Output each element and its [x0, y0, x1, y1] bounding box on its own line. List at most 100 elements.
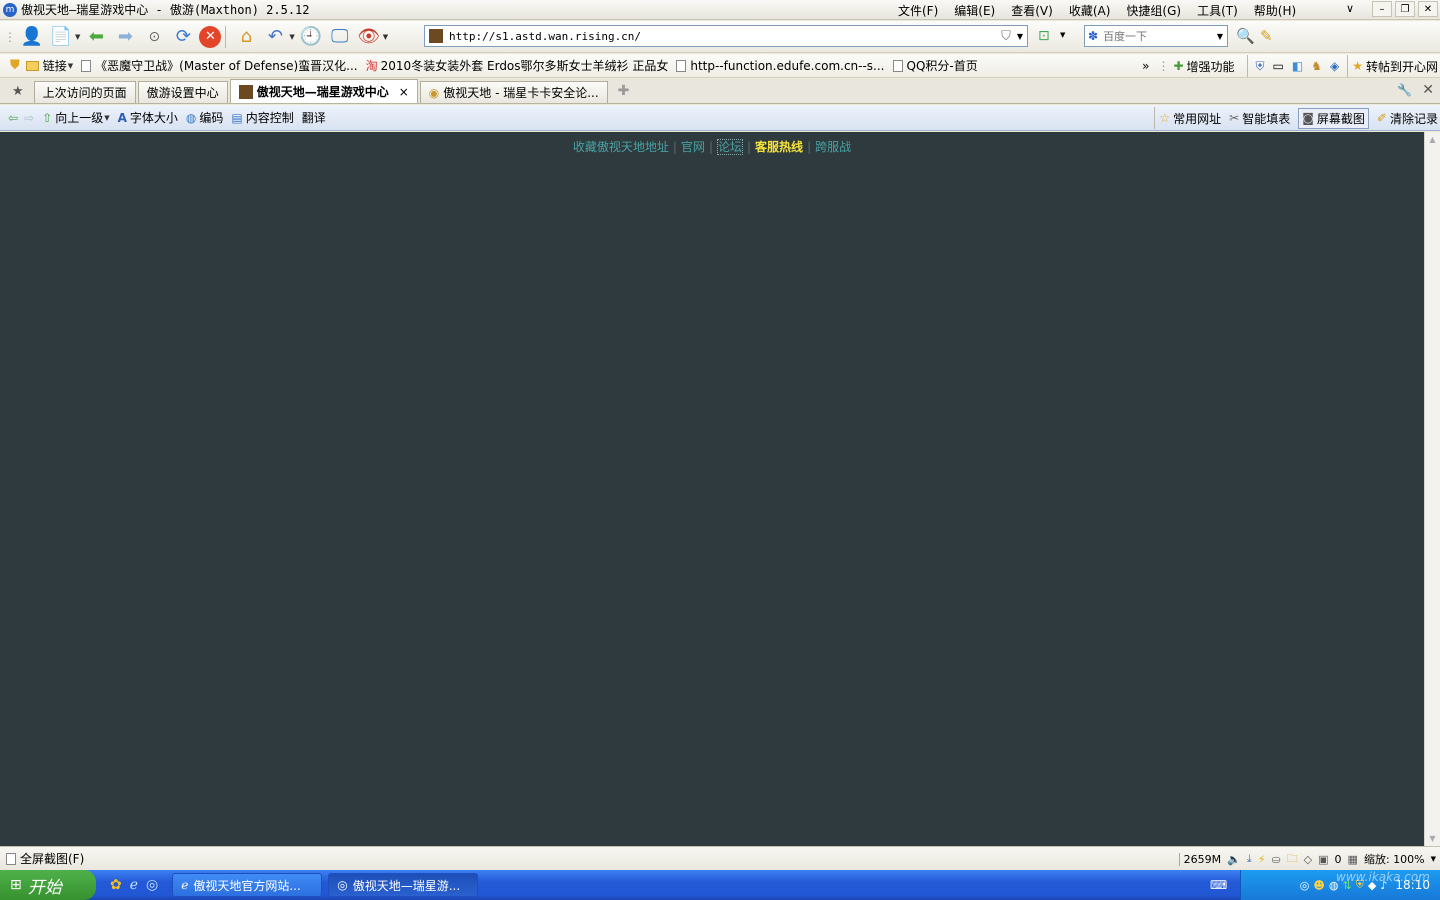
- user-icon[interactable]: 👤: [19, 24, 45, 50]
- new-page-icon[interactable]: 📄: [48, 24, 74, 50]
- vertical-scrollbar[interactable]: ▲ ▼: [1424, 132, 1440, 846]
- favorites-shield-icon[interactable]: ⛊: [10, 58, 20, 73]
- links-folder[interactable]: 链接 ▼: [25, 57, 73, 74]
- taskbar-item-ie[interactable]: ℯ 傲视天地官方网站...: [172, 873, 323, 897]
- address-bar[interactable]: ⛉ ▼: [424, 25, 1028, 47]
- maxthon-icon[interactable]: ◎: [146, 877, 158, 893]
- search-box[interactable]: ✽ ▼: [1084, 25, 1228, 47]
- search-icon[interactable]: 🔍: [1236, 27, 1255, 45]
- scroll-down-icon[interactable]: ▼: [1425, 831, 1440, 846]
- quicklaunch-app-icon[interactable]: ✿: [110, 877, 122, 893]
- chevron-down-icon[interactable]: ▼: [75, 33, 80, 41]
- chevron-down-icon[interactable]: ▼: [1060, 31, 1065, 39]
- tab-game-center[interactable]: 傲视天地—瑞星游戏中心 ×: [229, 79, 418, 103]
- window-icon[interactable]: ▭: [1273, 59, 1284, 73]
- chevron-down-icon[interactable]: ▼: [1431, 855, 1436, 863]
- translate-button[interactable]: 翻译: [302, 109, 326, 126]
- tab-forum[interactable]: ◉ 傲视天地 - 瑞星卡卡安全论...: [419, 81, 608, 103]
- scroll-up-icon[interactable]: ▲: [1425, 132, 1440, 147]
- cross-server-link[interactable]: 跨服战: [815, 140, 851, 154]
- back-small-icon[interactable]: ⇦: [8, 111, 18, 125]
- restore-button[interactable]: ❐: [1395, 1, 1415, 17]
- tab-last-visited[interactable]: 上次访问的页面: [33, 81, 136, 103]
- memory-usage[interactable]: 2659M: [1178, 852, 1221, 866]
- ie-tab-icon[interactable]: ◈: [1330, 59, 1339, 73]
- font-size-button[interactable]: A 字体大小: [118, 109, 178, 126]
- forward-arrow-icon[interactable]: ➡: [112, 24, 138, 50]
- zoom-icon[interactable]: ▦: [1348, 853, 1358, 866]
- close-window-button[interactable]: ✕: [1418, 1, 1438, 17]
- ie-icon[interactable]: ℯ: [130, 877, 138, 893]
- favorites-sites-button[interactable]: ☆ 常用网址: [1159, 110, 1221, 127]
- forum-link[interactable]: 论坛: [716, 139, 743, 155]
- back-arrow-icon[interactable]: ⬅: [83, 24, 109, 50]
- close-tab-icon[interactable]: ×: [399, 85, 409, 99]
- clear-history-button[interactable]: ✐ 清除记录: [1377, 110, 1438, 127]
- note-icon[interactable]: ◧: [1292, 59, 1303, 73]
- eye-icon[interactable]: 👁: [356, 24, 382, 50]
- undo-close-icon[interactable]: ↶: [262, 24, 288, 50]
- bookmark-item[interactable]: QQ积分-首页: [892, 57, 978, 74]
- menu-view[interactable]: 查看(V): [1011, 2, 1053, 19]
- chevron-down-icon[interactable]: ▼: [383, 33, 388, 41]
- stop-icon[interactable]: ✕: [199, 25, 222, 48]
- up-level-button[interactable]: ⇧ 向上一级 ▼: [42, 109, 109, 126]
- eraser-icon[interactable]: ◇: [1304, 853, 1312, 866]
- plugin-icon[interactable]: ⛨: [1256, 59, 1265, 74]
- zoom-level[interactable]: 缩放: 100%: [1364, 851, 1425, 867]
- close-icon[interactable]: ✕: [1422, 82, 1434, 98]
- hotline-link[interactable]: 客服热线: [755, 140, 803, 154]
- download-icon[interactable]: ⤓: [1247, 852, 1252, 866]
- search-input[interactable]: [1101, 28, 1217, 44]
- bookmark-item[interactable]: http--function.edufe.com.cn--s...: [676, 59, 885, 73]
- enhance-button[interactable]: ✚ 增强功能: [1173, 58, 1234, 75]
- bookmark-item[interactable]: 淘 2010冬装女装外套 Erdos鄂尔多斯女士羊绒衫 正品女: [366, 57, 669, 74]
- refresh-icon[interactable]: ⟳: [170, 24, 196, 50]
- proxy-icon[interactable]: ⛀: [1271, 853, 1280, 866]
- menu-groups[interactable]: 快捷组(G): [1126, 2, 1181, 19]
- autofill-button[interactable]: ✂ 智能填表: [1229, 110, 1290, 127]
- forward-small-icon[interactable]: ⇨: [24, 111, 34, 125]
- screen-icon[interactable]: 🖵: [327, 24, 353, 50]
- folder-icon[interactable]: 🗀: [1287, 850, 1298, 869]
- bookmark-game-link[interactable]: 收藏傲视天地地址: [573, 140, 669, 154]
- lightning-icon[interactable]: ⚡: [1258, 853, 1266, 866]
- keyboard-icon[interactable]: ⌨: [1210, 878, 1227, 892]
- wrench-icon[interactable]: 🔧: [1397, 83, 1412, 97]
- tray-qq-icon[interactable]: ☻: [1313, 879, 1324, 892]
- chevron-down-icon[interactable]: ∨: [1346, 2, 1354, 15]
- history-dropdown-icon[interactable]: ⊙: [141, 24, 167, 50]
- go-icon[interactable]: ⊡: [1038, 28, 1050, 44]
- star-icon[interactable]: ★: [12, 84, 24, 99]
- repost-button[interactable]: ★ 转帖到开心网: [1352, 58, 1438, 75]
- tab-settings[interactable]: 傲游设置中心: [137, 81, 228, 103]
- mascot-icon[interactable]: ♞: [1311, 59, 1322, 73]
- minimize-button[interactable]: –: [1372, 1, 1392, 17]
- official-site-link[interactable]: 官网: [681, 140, 705, 154]
- start-button[interactable]: ⊞ 开始: [0, 870, 96, 900]
- more-bookmarks-button[interactable]: »: [1142, 59, 1149, 73]
- menu-favorites[interactable]: 收藏(A): [1069, 2, 1111, 19]
- clock-icon[interactable]: 🕘: [298, 24, 324, 50]
- encoding-button[interactable]: ◍ 编码: [186, 109, 224, 126]
- screenshot-button[interactable]: ◙ 屏幕截图: [1298, 107, 1369, 129]
- chevron-down-icon[interactable]: ▼: [1217, 32, 1223, 41]
- content-control-button[interactable]: ▤ 内容控制: [231, 109, 293, 126]
- menu-help[interactable]: 帮助(H): [1254, 2, 1296, 19]
- home-icon[interactable]: ⌂: [233, 24, 259, 50]
- shield-icon[interactable]: ⛉: [1001, 29, 1011, 44]
- taskbar-item-maxthon[interactable]: ◎ 傲视天地—瑞星游...: [328, 873, 479, 897]
- popup-blocker-icon[interactable]: ▣: [1318, 853, 1328, 866]
- highlight-pen-icon[interactable]: ✎: [1260, 27, 1273, 45]
- menu-edit[interactable]: 编辑(E): [954, 2, 995, 19]
- volume-icon[interactable]: 🔈: [1227, 853, 1241, 866]
- menu-tools[interactable]: 工具(T): [1197, 2, 1238, 19]
- chevron-down-icon[interactable]: ▼: [1017, 32, 1023, 41]
- chevron-down-icon[interactable]: ▼: [289, 33, 294, 41]
- baidu-paw-icon[interactable]: ✽: [1088, 29, 1098, 43]
- bookmark-item[interactable]: 《恶魔守卫战》(Master of Defense)蛮晋汉化...: [81, 57, 358, 74]
- tray-maxthon-icon[interactable]: ◎: [1300, 879, 1310, 892]
- new-tab-icon[interactable]: ✚: [618, 83, 630, 99]
- address-input[interactable]: [447, 28, 1002, 44]
- menu-file[interactable]: 文件(F): [898, 2, 938, 19]
